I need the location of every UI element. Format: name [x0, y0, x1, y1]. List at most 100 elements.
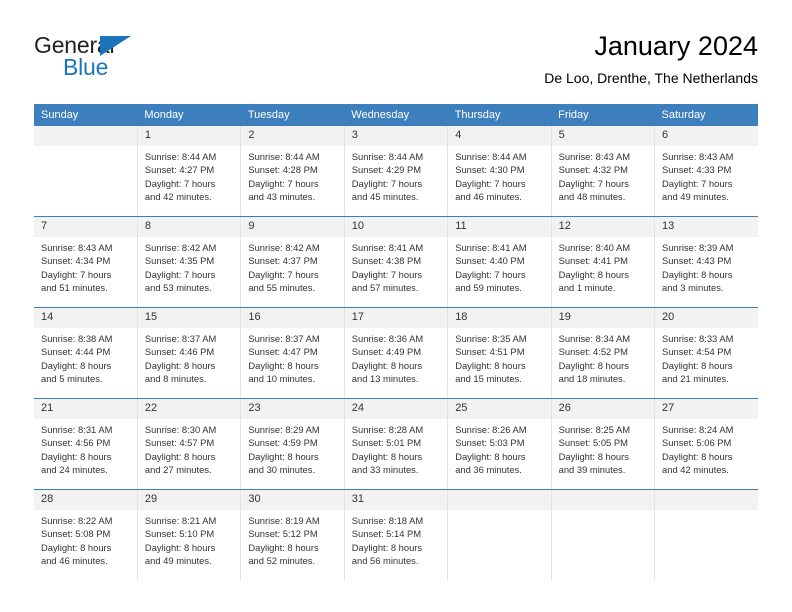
sunset-text: Sunset: 5:03 PM	[455, 437, 525, 449]
calendar-day-cell[interactable]: 23 Sunrise: 8:29 AM Sunset: 4:59 PM Dayl…	[240, 398, 345, 490]
day-details: Sunrise: 8:22 AM Sunset: 5:08 PM Dayligh…	[34, 510, 137, 567]
calendar-day-cell[interactable]: 14 Sunrise: 8:38 AM Sunset: 4:44 PM Dayl…	[34, 307, 138, 399]
sunset-text: Sunset: 4:38 PM	[351, 255, 422, 267]
day-details: Sunrise: 8:44 AM Sunset: 4:27 PM Dayligh…	[138, 146, 240, 203]
daylight-text-line2: and 46 minutes.	[455, 190, 522, 202]
sunrise-text: Sunrise: 8:18 AM	[351, 515, 424, 526]
daylight-text-line2: and 27 minutes.	[144, 463, 212, 475]
calendar-day-cell[interactable]	[654, 489, 758, 580]
sunset-text: Sunset: 4:59 PM	[248, 437, 318, 449]
day-number: 12	[551, 217, 655, 237]
calendar-day-cell[interactable]: 31 Sunrise: 8:18 AM Sunset: 5:14 PM Dayl…	[343, 489, 448, 580]
day-number: 20	[655, 308, 758, 328]
day-number: 16	[241, 308, 344, 328]
daylight-text-line2: and 3 minutes.	[662, 281, 724, 293]
day-number: 18	[448, 308, 551, 328]
calendar-day-cell[interactable]: 21 Sunrise: 8:31 AM Sunset: 4:56 PM Dayl…	[34, 398, 138, 490]
daylight-text-line2: and 13 minutes.	[351, 372, 419, 384]
calendar-day-cell[interactable]: 13 Sunrise: 8:39 AM Sunset: 4:43 PM Dayl…	[654, 216, 758, 308]
daylight-text-line1: Daylight: 8 hours	[41, 541, 112, 553]
weekday-header-friday: Friday	[551, 104, 655, 126]
calendar-day-cell[interactable]: 29 Sunrise: 8:21 AM Sunset: 5:10 PM Dayl…	[136, 489, 241, 580]
calendar-day-cell[interactable]: 30 Sunrise: 8:19 AM Sunset: 5:12 PM Dayl…	[240, 489, 345, 580]
daylight-text-line1: Daylight: 8 hours	[41, 450, 112, 462]
calendar-week-row: 21 Sunrise: 8:31 AM Sunset: 4:56 PM Dayl…	[34, 398, 758, 490]
calendar-day-cell[interactable]	[447, 489, 552, 580]
calendar-day-cell[interactable]: 12 Sunrise: 8:40 AM Sunset: 4:41 PM Dayl…	[550, 216, 655, 308]
weekday-header-sunday: Sunday	[34, 104, 138, 126]
general-blue-logo: General Blue	[34, 34, 214, 90]
sunset-text: Sunset: 4:34 PM	[41, 255, 111, 267]
sunrise-text: Sunrise: 8:36 AM	[351, 333, 424, 344]
calendar-day-cell[interactable]: 27 Sunrise: 8:24 AM Sunset: 5:06 PM Dayl…	[654, 398, 758, 490]
daylight-text-line2: and 56 minutes.	[351, 554, 419, 566]
sunset-text: Sunset: 4:27 PM	[144, 164, 215, 176]
sunrise-text: Sunrise: 8:41 AM	[351, 242, 424, 253]
sunrise-text: Sunrise: 8:19 AM	[248, 515, 320, 526]
calendar-day-cell[interactable]: 7 Sunrise: 8:43 AM Sunset: 4:34 PM Dayli…	[34, 216, 138, 308]
calendar-day-cell[interactable]: 4 Sunrise: 8:44 AM Sunset: 4:30 PM Dayli…	[447, 126, 552, 217]
day-details	[448, 510, 550, 514]
calendar-day-cell[interactable]: 2 Sunrise: 8:44 AM Sunset: 4:28 PM Dayli…	[240, 126, 345, 217]
calendar-day-cell[interactable]: 22 Sunrise: 8:30 AM Sunset: 4:57 PM Dayl…	[136, 398, 241, 490]
calendar-day-cell[interactable]: 26 Sunrise: 8:25 AM Sunset: 5:05 PM Dayl…	[550, 398, 655, 490]
calendar-day-cell[interactable]: 20 Sunrise: 8:33 AM Sunset: 4:54 PM Dayl…	[654, 307, 758, 399]
day-details: Sunrise: 8:30 AM Sunset: 4:57 PM Dayligh…	[138, 419, 240, 476]
calendar-day-cell[interactable]: 17 Sunrise: 8:36 AM Sunset: 4:49 PM Dayl…	[343, 307, 448, 399]
sunset-text: Sunset: 4:54 PM	[662, 346, 732, 358]
daylight-text-line1: Daylight: 7 hours	[144, 177, 216, 189]
calendar-day-cell[interactable]: 15 Sunrise: 8:37 AM Sunset: 4:46 PM Dayl…	[136, 307, 241, 399]
day-number	[551, 490, 655, 510]
sunrise-text: Sunrise: 8:28 AM	[351, 424, 424, 435]
calendar-day-cell[interactable]: 28 Sunrise: 8:22 AM Sunset: 5:08 PM Dayl…	[34, 489, 138, 580]
day-number: 22	[137, 399, 241, 419]
daylight-text-line1: Daylight: 8 hours	[41, 359, 112, 371]
sunrise-text: Sunrise: 8:35 AM	[455, 333, 527, 344]
daylight-text-line1: Daylight: 7 hours	[351, 268, 423, 280]
sunrise-text: Sunrise: 8:42 AM	[144, 242, 217, 253]
day-number	[655, 490, 758, 510]
daylight-text-line1: Daylight: 8 hours	[248, 450, 319, 462]
calendar-day-cell[interactable]: 19 Sunrise: 8:34 AM Sunset: 4:52 PM Dayl…	[550, 307, 655, 399]
calendar-day-cell[interactable]: 5 Sunrise: 8:43 AM Sunset: 4:32 PM Dayli…	[550, 126, 655, 217]
sunrise-text: Sunrise: 8:37 AM	[144, 333, 217, 344]
page-subtitle: De Loo, Drenthe, The Netherlands	[544, 70, 758, 86]
calendar-day-cell[interactable]: 18 Sunrise: 8:35 AM Sunset: 4:51 PM Dayl…	[447, 307, 552, 399]
day-number: 4	[448, 126, 551, 146]
calendar-day-cell[interactable]: 24 Sunrise: 8:28 AM Sunset: 5:01 PM Dayl…	[343, 398, 448, 490]
daylight-text-line1: Daylight: 7 hours	[41, 268, 112, 280]
calendar-week-row: 28 Sunrise: 8:22 AM Sunset: 5:08 PM Dayl…	[34, 489, 758, 580]
daylight-text-line2: and 43 minutes.	[248, 190, 316, 202]
calendar-day-cell[interactable]	[34, 126, 138, 217]
sunset-text: Sunset: 4:29 PM	[351, 164, 422, 176]
calendar-day-cell[interactable]: 11 Sunrise: 8:41 AM Sunset: 4:40 PM Dayl…	[447, 216, 552, 308]
calendar-day-cell[interactable]: 6 Sunrise: 8:43 AM Sunset: 4:33 PM Dayli…	[654, 126, 758, 217]
day-details: Sunrise: 8:43 AM Sunset: 4:34 PM Dayligh…	[34, 237, 137, 294]
day-number: 27	[655, 399, 758, 419]
weekday-header-row: Sunday Monday Tuesday Wednesday Thursday…	[34, 104, 758, 126]
day-number: 28	[34, 490, 137, 510]
calendar-day-cell[interactable]: 3 Sunrise: 8:44 AM Sunset: 4:29 PM Dayli…	[343, 126, 448, 217]
day-details: Sunrise: 8:36 AM Sunset: 4:49 PM Dayligh…	[345, 328, 447, 385]
calendar-day-cell[interactable]: 25 Sunrise: 8:26 AM Sunset: 5:03 PM Dayl…	[447, 398, 552, 490]
weekday-header-thursday: Thursday	[447, 104, 552, 126]
calendar-day-cell[interactable]: 9 Sunrise: 8:42 AM Sunset: 4:37 PM Dayli…	[240, 216, 345, 308]
day-number: 30	[241, 490, 344, 510]
day-number: 23	[241, 399, 344, 419]
daylight-text-line1: Daylight: 7 hours	[455, 268, 526, 280]
daylight-text-line2: and 39 minutes.	[558, 463, 626, 475]
sunset-text: Sunset: 5:08 PM	[41, 528, 111, 540]
calendar-day-cell[interactable]: 16 Sunrise: 8:37 AM Sunset: 4:47 PM Dayl…	[240, 307, 345, 399]
day-number: 11	[448, 217, 551, 237]
day-details: Sunrise: 8:31 AM Sunset: 4:56 PM Dayligh…	[34, 419, 137, 476]
sunset-text: Sunset: 4:46 PM	[144, 346, 215, 358]
sunrise-text: Sunrise: 8:43 AM	[41, 242, 113, 253]
day-details: Sunrise: 8:19 AM Sunset: 5:12 PM Dayligh…	[241, 510, 343, 567]
calendar-day-cell[interactable]: 8 Sunrise: 8:42 AM Sunset: 4:35 PM Dayli…	[136, 216, 241, 308]
sunset-text: Sunset: 4:43 PM	[662, 255, 732, 267]
calendar-day-cell[interactable]: 1 Sunrise: 8:44 AM Sunset: 4:27 PM Dayli…	[136, 126, 241, 217]
calendar-day-cell[interactable]	[550, 489, 655, 580]
page-title: January 2024	[594, 31, 758, 61]
sunrise-text: Sunrise: 8:30 AM	[144, 424, 217, 435]
calendar-day-cell[interactable]: 10 Sunrise: 8:41 AM Sunset: 4:38 PM Dayl…	[343, 216, 448, 308]
